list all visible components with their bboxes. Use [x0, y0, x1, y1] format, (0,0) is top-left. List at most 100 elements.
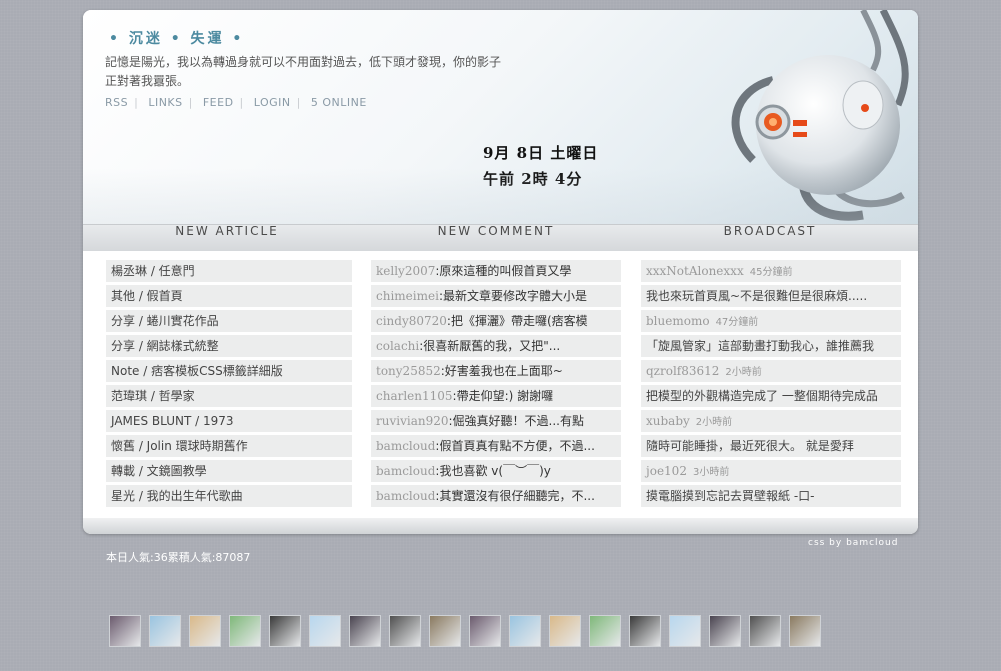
avatar[interactable]: [589, 615, 621, 647]
avatar[interactable]: [789, 615, 821, 647]
broadcast-user: joe102: [646, 464, 687, 478]
broadcast-message: 摸電腦摸到忘記去買壁報紙 -口-: [641, 485, 901, 507]
comment-item[interactable]: colachi:很喜新厭舊的我，又把"...: [371, 335, 621, 357]
nav-login[interactable]: LOGIN: [254, 96, 291, 109]
footer-band: [83, 518, 918, 534]
broadcast-user-row[interactable]: xxxNotAlonexxx 45分鐘前: [641, 260, 901, 282]
broadcast-user: xubaby: [646, 414, 690, 428]
broadcast-user: xxxNotAlonexxx: [646, 264, 744, 278]
avatar[interactable]: [149, 615, 181, 647]
article-item[interactable]: 其他 / 假首頁: [106, 285, 352, 307]
broadcast-list: xxxNotAlonexxx 45分鐘前我也來玩首頁風~不是很難但是很麻煩....…: [641, 260, 901, 510]
avatar[interactable]: [749, 615, 781, 647]
avatar[interactable]: [509, 615, 541, 647]
comment-user: colachi: [376, 339, 420, 353]
comment-text: :把《揮灑》帶走囉(痞客模: [446, 314, 588, 328]
nav-links[interactable]: LINKS: [148, 96, 182, 109]
clock-date: 9月 8日 土曜日: [483, 144, 599, 162]
nav-separator: |: [188, 96, 193, 109]
avatar[interactable]: [389, 615, 421, 647]
comment-text: :倔強真好聽！不過...有點: [448, 414, 585, 428]
comment-user: kelly2007: [376, 264, 436, 278]
broadcast-time: 47分鐘前: [715, 317, 759, 328]
broadcast-user-row[interactable]: qzrolf83612 2小時前: [641, 360, 901, 382]
article-list: 楊丞琳 / 任意門 其他 / 假首頁 分享 / 蜷川實花作品 分享 / 網誌樣式統整 N…: [106, 260, 352, 510]
comment-text: :很喜新厭舊的我，又把"...: [419, 339, 561, 353]
comment-text: :最新文章要修改字體大小是: [438, 289, 587, 303]
avatar[interactable]: [349, 615, 381, 647]
new-article-heading: NEW ARTICLE: [175, 224, 279, 238]
article-item[interactable]: 轉載 / 文鏡圖教學: [106, 460, 352, 482]
broadcast-time: 2小時前: [725, 367, 762, 378]
comment-item[interactable]: chimeimei:最新文章要修改字體大小是: [371, 285, 621, 307]
broadcast-time: 3小時前: [692, 467, 730, 478]
css-credit: css by bamcloud: [808, 538, 899, 548]
comment-item[interactable]: charlen1105:帶走仰望:) 謝謝囉: [371, 385, 621, 407]
broadcast-user: qzrolf83612: [646, 364, 720, 378]
article-item[interactable]: JAMES BLUNT / 1973: [106, 410, 352, 432]
comment-item[interactable]: cindy80720:把《揮灑》帶走囉(痞客模: [371, 310, 621, 332]
avatar[interactable]: [469, 615, 501, 647]
comment-text: :我也喜歡 v(￣︶￣)y: [435, 464, 551, 478]
broadcast-time: 2小時前: [695, 417, 733, 428]
broadcast-message: 把模型的外觀構造完成了 一整個期待完成品: [641, 385, 901, 407]
broadcast-message: 隨時可能睡掛，最近死很大。 就是愛拜: [641, 435, 901, 457]
top-nav: RSS | LINKS | FEED | LOGIN | 5 ONLINE: [105, 96, 367, 109]
article-item[interactable]: 范瑋琪 / 哲學家: [106, 385, 352, 407]
avatar[interactable]: [709, 615, 741, 647]
avatar[interactable]: [309, 615, 341, 647]
clock: 9月 8日 土曜日 午前 2時 4分: [483, 140, 598, 192]
broadcast-heading: BROADCAST: [723, 224, 817, 238]
broadcast-user-row[interactable]: xubaby 2小時前: [641, 410, 901, 432]
avatar[interactable]: [109, 615, 141, 647]
broadcast-user-row[interactable]: joe102 3小時前: [641, 460, 901, 482]
comment-user: bamcloud: [376, 464, 436, 478]
comment-text: :原來這種的叫假首頁又學: [435, 264, 572, 278]
nav-rss[interactable]: RSS: [105, 96, 128, 109]
nav-online[interactable]: 5 ONLINE: [311, 96, 367, 109]
avatar[interactable]: [669, 615, 701, 647]
comment-text: :假首頁真有點不方便，不過...: [435, 439, 595, 453]
broadcast-message: 我也來玩首頁風~不是很難但是很麻煩.....: [641, 285, 901, 307]
avatar[interactable]: [229, 615, 261, 647]
comment-item[interactable]: tony25852:好害羞我也在上面耶~: [371, 360, 621, 382]
comment-item[interactable]: ruvivian920:倔強真好聽！不過...有點: [371, 410, 621, 432]
comment-item[interactable]: bamcloud:其實還沒有很仔細聽完，不...: [371, 485, 621, 507]
comment-user: chimeimei: [376, 289, 439, 303]
comment-item[interactable]: kelly2007:原來這種的叫假首頁又學: [371, 260, 621, 282]
comment-user: charlen1105: [376, 389, 453, 403]
comment-text: :帶走仰望:) 謝謝囉: [452, 389, 554, 403]
broadcast-user-row[interactable]: bluemomo 47分鐘前: [641, 310, 901, 332]
comment-item[interactable]: bamcloud:假首頁真有點不方便，不過...: [371, 435, 621, 457]
site-description: 記憶是陽光，我以為轉過身就可以不用面對過去，低下頭才發現，你的影子正對著我囂張。: [105, 55, 502, 88]
article-item[interactable]: 分享 / 蜷川實花作品: [106, 310, 352, 332]
site-title[interactable]: • 沉迷 • 失運 •: [109, 28, 244, 48]
nav-separator: |: [134, 96, 139, 109]
visitor-avatars: [109, 615, 829, 647]
comment-user: cindy80720: [376, 314, 447, 328]
avatar[interactable]: [189, 615, 221, 647]
visitor-stats: 本日人氣:36累積人氣:87087: [106, 551, 251, 564]
article-item[interactable]: 分享 / 網誌樣式統整: [106, 335, 352, 357]
nav-separator: |: [239, 96, 244, 109]
comment-list: kelly2007:原來這種的叫假首頁又學 chimeimei:最新文章要修改字體…: [371, 260, 621, 510]
avatar[interactable]: [549, 615, 581, 647]
avatar[interactable]: [269, 615, 301, 647]
broadcast-message: 「旋風管家」這部動畫打動我心，誰推薦我: [641, 335, 901, 357]
comment-user: bamcloud: [376, 489, 436, 503]
nav-separator: |: [296, 96, 301, 109]
article-item[interactable]: 星光 / 我的出生年代歌曲: [106, 485, 352, 507]
comment-text: :其實還沒有很仔細聽完，不...: [435, 489, 595, 503]
broadcast-user: bluemomo: [646, 314, 710, 328]
article-item[interactable]: 懷舊 / Jolin 環球時期舊作: [106, 435, 352, 457]
comment-user: bamcloud: [376, 439, 436, 453]
article-item[interactable]: Note / 痞客模板CSS標籤詳細版: [106, 360, 352, 382]
new-comment-heading: NEW COMMENT: [437, 224, 555, 238]
nav-feed[interactable]: FEED: [203, 96, 234, 109]
avatar[interactable]: [629, 615, 661, 647]
broadcast-time: 45分鐘前: [749, 267, 793, 278]
article-item[interactable]: 楊丞琳 / 任意門: [106, 260, 352, 282]
clock-time: 午前 2時 4分: [483, 170, 583, 188]
comment-item[interactable]: bamcloud:我也喜歡 v(￣︶￣)y: [371, 460, 621, 482]
avatar[interactable]: [429, 615, 461, 647]
